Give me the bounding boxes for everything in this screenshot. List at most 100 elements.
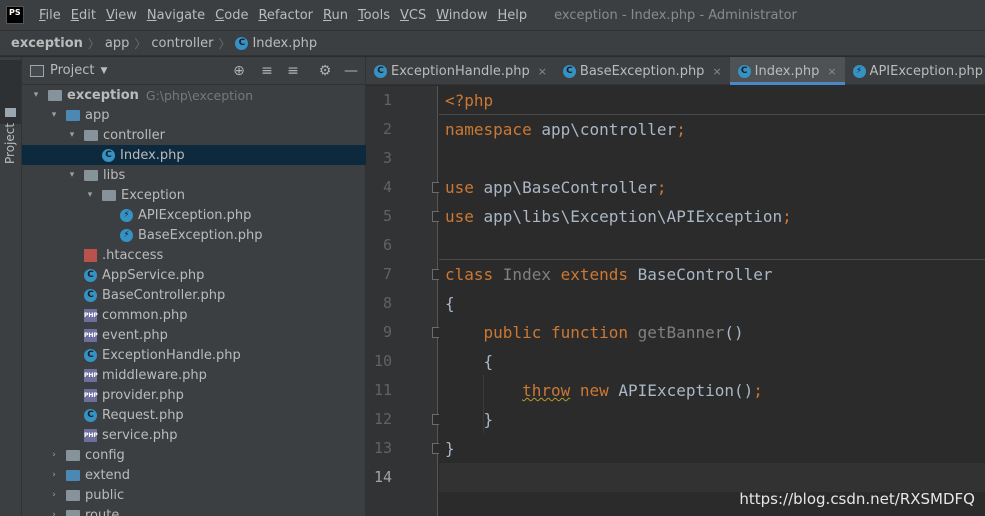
tree-item[interactable]: › public <box>22 485 366 505</box>
menu-edit[interactable]: Edit <box>66 8 101 23</box>
folder-icon <box>66 489 80 501</box>
chevron-right-icon[interactable]: › <box>48 470 60 480</box>
code-line: { <box>445 347 494 376</box>
chevron-right-icon[interactable]: › <box>48 450 60 460</box>
tree-item-label: controller <box>103 127 166 143</box>
tree-item-label: ExceptionHandle.php <box>102 347 241 363</box>
code-line: class Index extends BaseController <box>445 260 773 289</box>
tree-item[interactable]: PHP middleware.php <box>22 365 366 385</box>
tree-item[interactable]: C Index.php <box>22 145 366 165</box>
chevron-down-icon[interactable]: ▾ <box>48 110 60 120</box>
editor-tab[interactable]: C ExceptionHandle.php × <box>366 57 555 85</box>
folder-icon <box>66 469 80 481</box>
line-number: 2 <box>382 120 392 138</box>
code-token: APIException <box>618 381 734 400</box>
menu-code[interactable]: Code <box>210 8 253 23</box>
menu-tools[interactable]: Tools <box>353 8 395 23</box>
breadcrumb-app[interactable]: app <box>105 36 129 51</box>
chevron-right-icon[interactable]: › <box>48 510 60 516</box>
code-editor[interactable]: <?php namespace app\controller; use app\Ba… <box>439 86 985 516</box>
close-icon[interactable]: × <box>538 65 547 78</box>
menu-help[interactable]: Help <box>493 8 533 23</box>
menu-view[interactable]: View <box>101 8 142 23</box>
tree-item[interactable]: ⚡ APIException.php <box>22 205 366 225</box>
tree-item[interactable]: ⚡ BaseException.php <box>22 225 366 245</box>
hide-panel-icon[interactable]: — <box>342 62 360 80</box>
tree-item[interactable]: C Request.php <box>22 405 366 425</box>
php-file-icon: PHP <box>84 328 98 342</box>
code-token: app\BaseController <box>483 178 657 197</box>
tree-item[interactable]: ▾ controller <box>22 125 366 145</box>
code-token: namespace <box>445 120 542 139</box>
menu-navigate[interactable]: Navigate <box>142 8 210 23</box>
tree-item[interactable]: C AppService.php <box>22 265 366 285</box>
tree-item[interactable]: PHP service.php <box>22 425 366 445</box>
code-line: use app\BaseController; <box>445 173 667 202</box>
tree-item[interactable]: › config <box>22 445 366 465</box>
tree-item[interactable]: › route <box>22 505 366 516</box>
tree-item[interactable]: ▾ libs <box>22 165 366 185</box>
chevron-right-icon[interactable]: › <box>48 490 60 500</box>
tree-item[interactable]: ▾ app <box>22 105 366 125</box>
tree-item[interactable]: .htaccess <box>22 245 366 265</box>
tree-item[interactable]: C ExceptionHandle.php <box>22 345 366 365</box>
project-panel-header: Project ▼ ⊕ ≡ ≡ ⚙ — <box>22 57 365 85</box>
menu-vcs[interactable]: VCS <box>395 8 431 23</box>
breadcrumb-controller[interactable]: controller <box>151 36 213 51</box>
php-class-icon: C <box>84 288 97 302</box>
code-token: throw <box>522 381 571 400</box>
chevron-down-icon[interactable]: ▼ <box>100 66 107 76</box>
tree-item-label: Index.php <box>120 147 185 163</box>
menu-refactor[interactable]: Refactor <box>253 8 318 23</box>
chevron-down-icon[interactable]: ▾ <box>66 170 78 180</box>
code-token: { <box>445 294 455 313</box>
tree-item[interactable]: › extend <box>22 465 366 485</box>
php-class-icon: C <box>84 348 97 362</box>
tree-item-label: BaseException.php <box>138 227 263 243</box>
breadcrumb-project[interactable]: exception <box>11 36 83 51</box>
expand-all-icon[interactable]: ≡ <box>258 62 276 80</box>
htaccess-file-icon <box>84 248 97 262</box>
chevron-right-icon: 〉 <box>134 36 147 51</box>
tree-item[interactable]: PHP event.php <box>22 325 366 345</box>
code-line: } <box>445 434 455 463</box>
menu-window[interactable]: Window <box>431 8 492 23</box>
chevron-down-icon[interactable]: ▾ <box>30 90 42 100</box>
folder-icon <box>66 509 80 516</box>
folder-icon <box>48 89 62 101</box>
tree-item[interactable]: ▾ exception G:\php\exception <box>22 85 366 105</box>
php-exception-class-icon: ⚡ <box>120 228 133 242</box>
tree-item[interactable]: C BaseController.php <box>22 285 366 305</box>
line-number: 4 <box>382 178 392 196</box>
tree-item[interactable]: PHP provider.php <box>22 385 366 405</box>
project-view-icon <box>30 64 44 77</box>
project-path-hint: G:\php\exception <box>145 87 254 103</box>
tree-item[interactable]: ▾ Exception <box>22 185 366 205</box>
menu-file[interactable]: File <box>34 8 66 23</box>
line-number: 5 <box>382 207 392 225</box>
php-class-icon: C <box>84 408 97 422</box>
gear-icon[interactable]: ⚙ <box>316 62 334 80</box>
window-title: exception - Index.php - Administrator <box>554 7 797 23</box>
chevron-down-icon[interactable]: ▾ <box>84 190 96 200</box>
folder-icon <box>102 189 116 201</box>
chevron-right-icon: 〉 <box>218 36 231 51</box>
chevron-down-icon[interactable]: ▾ <box>66 130 78 140</box>
tree-item[interactable]: PHP common.php <box>22 305 366 325</box>
close-icon[interactable]: × <box>712 65 721 78</box>
project-view-selector[interactable]: Project <box>50 63 94 78</box>
php-exception-class-icon: ⚡ <box>852 64 866 78</box>
editor-tab[interactable]: C BaseException.php × <box>555 57 730 85</box>
menu-run[interactable]: Run <box>318 8 353 23</box>
tree-item-label: public <box>85 487 125 503</box>
editor-tab[interactable]: ⚡APIException.php× <box>845 57 985 85</box>
code-token: app\libs\Exception\APIException <box>483 207 783 226</box>
breadcrumb-file[interactable]: Index.php <box>252 36 317 51</box>
close-icon[interactable]: × <box>827 65 836 78</box>
code-token: Index <box>502 265 561 284</box>
locate-file-icon[interactable]: ⊕ <box>230 62 248 80</box>
collapse-all-icon[interactable]: ≡ <box>284 62 302 80</box>
line-number: 11 <box>373 381 392 399</box>
editor-tab[interactable]: C Index.php × <box>729 57 845 85</box>
